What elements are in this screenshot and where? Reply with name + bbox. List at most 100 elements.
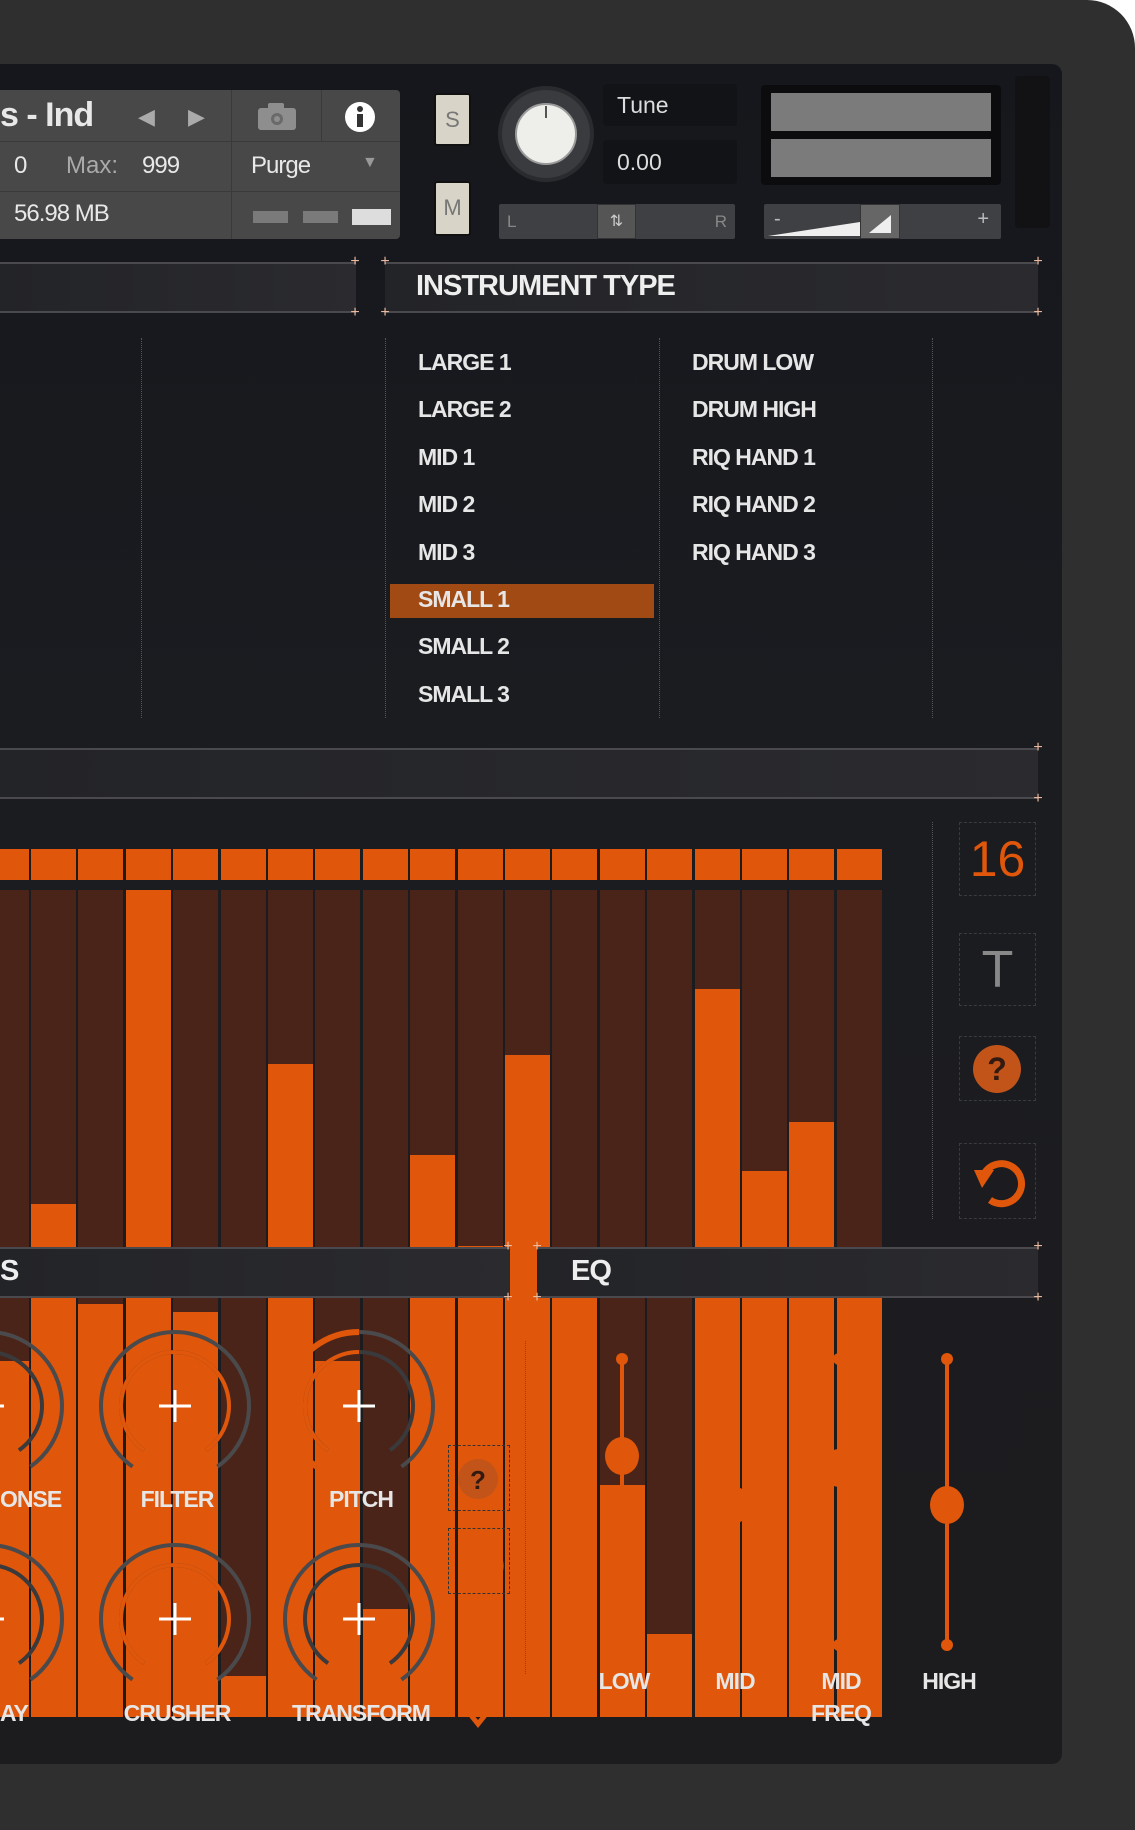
help-button[interactable]: ? bbox=[959, 1036, 1036, 1101]
step-indicator[interactable] bbox=[78, 849, 124, 880]
step-indicator[interactable] bbox=[694, 849, 740, 880]
pan-right-label: R bbox=[714, 212, 727, 231]
instrument-option[interactable]: SMALL 3 bbox=[418, 681, 510, 708]
effects-reset-button[interactable] bbox=[448, 1528, 510, 1594]
memory-usage: 56.98 MB bbox=[14, 200, 110, 227]
volume-handle[interactable] bbox=[860, 204, 900, 239]
help-icon: ? bbox=[458, 1459, 498, 1499]
step-indicator[interactable] bbox=[599, 849, 645, 880]
eq-track-end bbox=[833, 1639, 845, 1651]
instrument-option[interactable]: RIQ HAND 3 bbox=[692, 539, 816, 566]
instrument-option[interactable]: LARGE 2 bbox=[418, 396, 512, 423]
solo-button[interactable]: S bbox=[434, 93, 471, 146]
step-indicator[interactable] bbox=[836, 849, 882, 880]
effect-knob[interactable] bbox=[279, 1539, 439, 1699]
effect-knob[interactable] bbox=[0, 1326, 68, 1486]
step-indicator[interactable] bbox=[457, 849, 503, 880]
eq-title: EQ bbox=[571, 1255, 612, 1287]
eq-slider-handle[interactable] bbox=[716, 1485, 750, 1524]
camera-icon[interactable] bbox=[256, 102, 298, 132]
step-bar-track[interactable] bbox=[647, 890, 693, 1717]
instrument-option[interactable]: MID 3 bbox=[418, 539, 475, 566]
eq-slider-handle[interactable] bbox=[930, 1485, 964, 1524]
text-button[interactable]: T bbox=[959, 933, 1036, 1006]
instrument-type-title: INSTRUMENT TYPE bbox=[416, 270, 676, 302]
eq-track-end bbox=[941, 1639, 953, 1651]
instrument-option[interactable]: MID 1 bbox=[418, 444, 475, 471]
effect-knob-label: FILTER bbox=[140, 1486, 215, 1512]
pan-handle[interactable]: ⇅ bbox=[597, 204, 636, 239]
step-indicator[interactable] bbox=[268, 849, 313, 880]
effect-knob[interactable] bbox=[95, 1539, 255, 1699]
effect-knob[interactable] bbox=[0, 1539, 68, 1699]
reset-icon bbox=[974, 1160, 1025, 1208]
instrument-option[interactable]: RIQ HAND 2 bbox=[692, 491, 816, 518]
eq-track-end bbox=[727, 1639, 739, 1651]
meter-segment bbox=[253, 211, 288, 223]
step-bar[interactable] bbox=[552, 1270, 598, 1717]
instrument-option[interactable]: SMALL 2 bbox=[418, 633, 510, 660]
eq-slider-track[interactable] bbox=[620, 1359, 624, 1645]
effect-knob[interactable] bbox=[95, 1326, 255, 1486]
svg-text:?: ? bbox=[470, 1465, 486, 1495]
eq-track-end bbox=[616, 1353, 628, 1365]
step-indicator[interactable] bbox=[125, 849, 171, 880]
max-voices[interactable]: 999 bbox=[142, 152, 180, 180]
step-indicator[interactable] bbox=[315, 849, 361, 880]
meter-right bbox=[771, 139, 991, 177]
step-indicator[interactable] bbox=[789, 849, 835, 880]
tune-value-box[interactable]: 0.00 bbox=[603, 140, 737, 184]
effect-knob-label: TRANSFORM bbox=[292, 1700, 431, 1726]
step-indicator[interactable] bbox=[173, 849, 219, 880]
pan-left-label: L bbox=[507, 212, 517, 231]
dropdown-arrow-icon[interactable]: ▼ bbox=[362, 154, 378, 172]
eq-band-label: HIGH bbox=[922, 1668, 977, 1694]
step-indicator[interactable] bbox=[505, 849, 550, 880]
step-indicator[interactable] bbox=[0, 849, 29, 880]
effect-knob[interactable] bbox=[279, 1326, 439, 1486]
left-section-header bbox=[0, 262, 356, 313]
chevron-right-icon[interactable]: ▶ bbox=[188, 104, 205, 130]
chevron-left-icon[interactable]: ◀ bbox=[138, 104, 155, 130]
effect-knob-label: CRUSHER bbox=[123, 1700, 232, 1726]
step-indicator[interactable] bbox=[362, 849, 408, 880]
reset-button[interactable] bbox=[959, 1143, 1036, 1219]
meter-segment bbox=[352, 209, 391, 225]
meter-segment bbox=[303, 211, 338, 223]
mute-button[interactable]: M bbox=[434, 181, 471, 236]
effect-knob-label: PITCH bbox=[329, 1486, 394, 1512]
tune-label-box: Tune bbox=[603, 84, 737, 126]
step-indicator[interactable] bbox=[220, 849, 266, 880]
effects-header: S bbox=[0, 1247, 510, 1298]
step-indicator[interactable] bbox=[31, 849, 76, 880]
step-indicator[interactable] bbox=[742, 849, 787, 880]
instrument-option[interactable]: DRUM HIGH bbox=[692, 396, 817, 423]
volume-slider[interactable]: - + bbox=[764, 204, 1001, 239]
effects-help-button[interactable]: ? bbox=[448, 1445, 510, 1511]
instrument-option[interactable]: DRUM LOW bbox=[692, 349, 814, 376]
step-bar[interactable] bbox=[836, 1270, 882, 1717]
max-label: Max: bbox=[66, 152, 119, 179]
eq-track-end bbox=[941, 1353, 953, 1365]
instrument-option[interactable]: MID 2 bbox=[418, 491, 475, 518]
purge-dropdown[interactable]: Purge bbox=[251, 152, 311, 180]
chevron-down-icon[interactable] bbox=[462, 1704, 494, 1730]
tune-knob[interactable] bbox=[496, 84, 596, 184]
pan-slider[interactable]: L R ⇅ bbox=[499, 204, 735, 239]
eq-band-label: MID FREQ bbox=[811, 1668, 872, 1726]
step-indicator[interactable] bbox=[410, 849, 456, 880]
instrument-option[interactable]: LARGE 1 bbox=[418, 349, 512, 376]
tune-value: 0.00 bbox=[617, 149, 662, 175]
step-bar[interactable] bbox=[505, 1055, 550, 1717]
eq-slider-handle[interactable] bbox=[605, 1437, 639, 1476]
eq-slider-track[interactable] bbox=[837, 1359, 841, 1645]
step-indicator[interactable] bbox=[647, 849, 693, 880]
steps-count-button[interactable]: 16 bbox=[959, 822, 1036, 896]
info-icon[interactable] bbox=[343, 100, 377, 134]
instrument-option[interactable]: SMALL 1 bbox=[418, 586, 510, 613]
step-indicator[interactable] bbox=[552, 849, 598, 880]
step-bar[interactable] bbox=[789, 1121, 835, 1717]
eq-slider-handle[interactable] bbox=[822, 1448, 856, 1487]
eq-track-end bbox=[833, 1353, 845, 1365]
instrument-option[interactable]: RIQ HAND 1 bbox=[692, 444, 816, 471]
